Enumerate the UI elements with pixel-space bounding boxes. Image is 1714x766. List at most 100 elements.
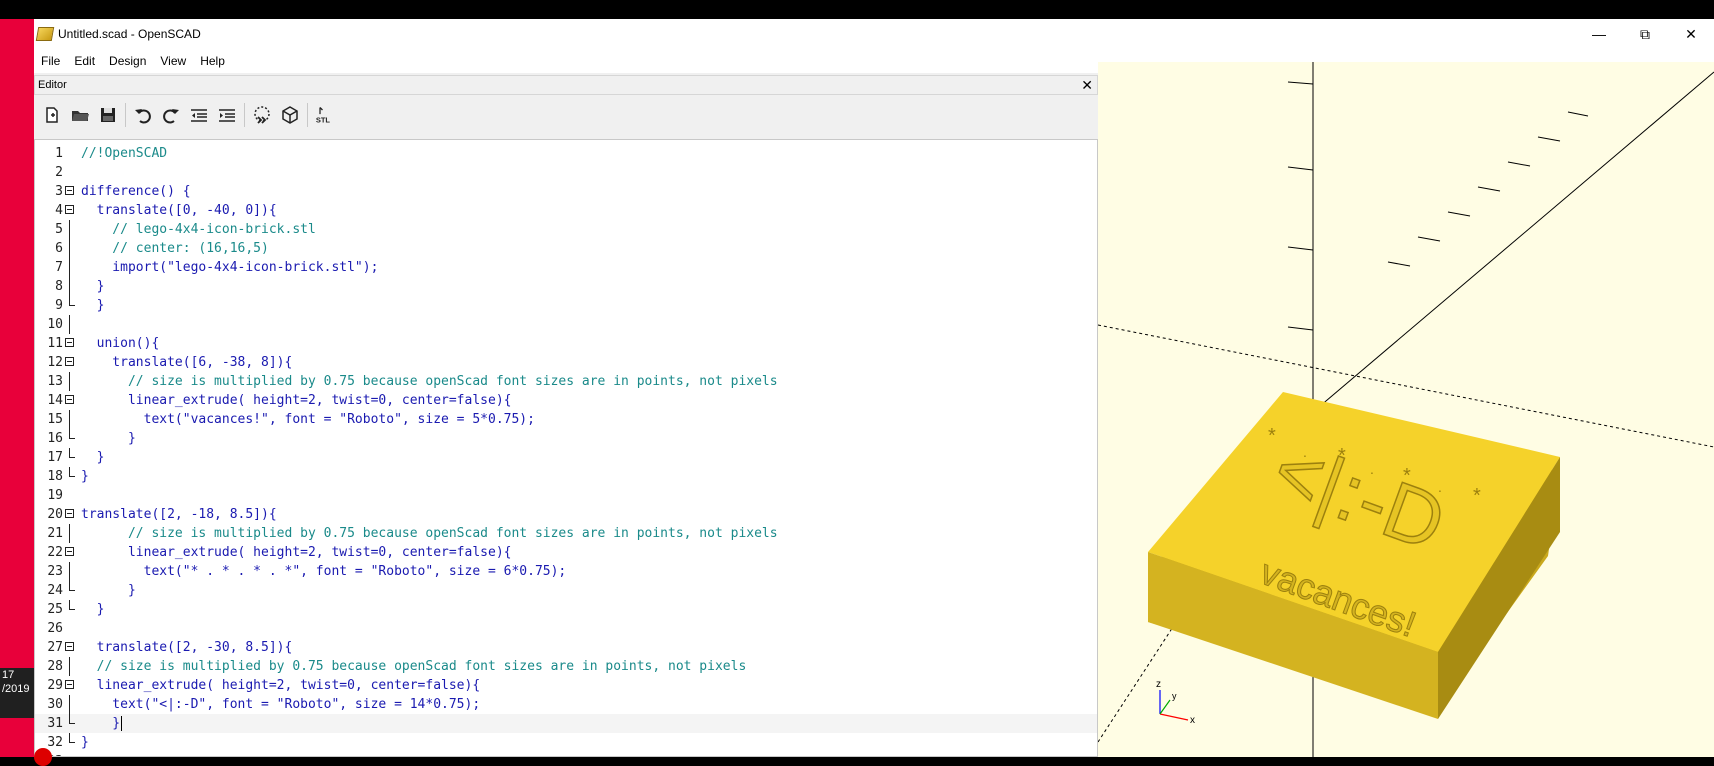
code-text: translate([0, -40, 0]){ [81, 203, 277, 218]
code-line[interactable]: 19 [35, 486, 1097, 505]
code-line[interactable]: 11 union(){ [35, 334, 1097, 353]
preview-button[interactable] [248, 101, 276, 129]
code-line[interactable]: 5 // lego-4x4-icon-brick.stl [35, 220, 1097, 239]
code-line[interactable]: 21 // size is multiplied by 0.75 because… [35, 524, 1097, 543]
fold-end-marker [69, 429, 75, 439]
editor-dock-title[interactable]: Editor ✕ [34, 75, 1098, 95]
fold-toggle-icon[interactable] [65, 186, 74, 195]
code-text: text("<|:-D", font = "Roboto", size = 14… [81, 697, 481, 712]
code-line[interactable]: 8 } [35, 277, 1097, 296]
code-text: } [81, 450, 105, 465]
code-line[interactable]: 30 text("<|:-D", font = "Roboto", size =… [35, 695, 1097, 714]
code-line[interactable]: 33 [35, 752, 1097, 756]
desktop-background-strip [0, 19, 34, 757]
code-line[interactable]: 22 linear_extrude( height=2, twist=0, ce… [35, 543, 1097, 562]
gizmo-z-label: z [1156, 679, 1161, 690]
line-number: 19 [47, 488, 63, 503]
code-text: text("* . * . * . *", font = "Roboto", s… [81, 564, 567, 579]
menu-edit[interactable]: Edit [67, 54, 102, 68]
fold-toggle-icon[interactable] [65, 395, 74, 404]
code-line[interactable]: 17 } [35, 448, 1097, 467]
code-text: translate([2, -18, 8.5]){ [81, 507, 277, 522]
menu-file[interactable]: File [34, 54, 67, 68]
menu-view[interactable]: View [153, 54, 193, 68]
3d-viewport[interactable]: vacances! <|:-D * * * * . . . z y x [1098, 62, 1714, 757]
close-button[interactable]: ✕ [1668, 19, 1714, 49]
gizmo-y-label: y [1172, 691, 1177, 701]
folder-open-icon [72, 111, 89, 121]
save-file-button[interactable] [94, 101, 122, 129]
code-line[interactable]: 13 // size is multiplied by 0.75 because… [35, 372, 1097, 391]
code-text: // size is multiplied by 0.75 because op… [81, 659, 747, 674]
menu-design[interactable]: Design [102, 54, 153, 68]
editor-dock-label: Editor [38, 79, 67, 91]
svg-text:*: * [1338, 445, 1346, 467]
code-line[interactable]: 20 translate([2, -18, 8.5]){ [35, 505, 1097, 524]
code-line[interactable]: 7 import("lego-4x4-icon-brick.stl"); [35, 258, 1097, 277]
fold-end-marker [69, 733, 75, 743]
fold-toggle-icon[interactable] [65, 547, 74, 556]
fold-toggle-icon[interactable] [65, 642, 74, 651]
fold-end-marker [69, 581, 75, 591]
taskbar-clock[interactable]: 17 /2019 [0, 668, 34, 718]
code-line[interactable]: 26 [35, 619, 1097, 638]
code-line[interactable]: 28 // size is multiplied by 0.75 because… [35, 657, 1097, 676]
indent-icon [219, 109, 235, 122]
code-line[interactable]: 12 translate([6, -38, 8]){ [35, 353, 1097, 372]
z-axis-ticks [1287, 81, 1314, 331]
undo-button[interactable] [129, 101, 157, 129]
code-line[interactable]: 1 //!OpenSCAD [35, 144, 1097, 163]
editor-dock-close-icon[interactable]: ✕ [1081, 76, 1093, 94]
new-file-button[interactable] [38, 101, 66, 129]
fold-toggle-icon[interactable] [65, 205, 74, 214]
line-number: 18 [47, 469, 63, 484]
code-text: translate([6, -38, 8]){ [81, 355, 293, 370]
line-number: 21 [47, 526, 63, 541]
fold-toggle-icon[interactable] [65, 509, 74, 518]
menu-help[interactable]: Help [193, 54, 232, 68]
line-number: 7 [55, 260, 63, 275]
redo-button[interactable] [157, 101, 185, 129]
code-line[interactable]: 10 [35, 315, 1097, 334]
code-line[interactable]: 16 } [35, 429, 1097, 448]
code-line[interactable]: 32} [35, 733, 1097, 752]
svg-text:*: * [1268, 425, 1276, 447]
svg-text:.: . [1370, 461, 1374, 477]
fold-end-marker [69, 467, 75, 477]
code-line[interactable]: 24 } [35, 581, 1097, 600]
code-line[interactable]: 15 text("vacances!", font = "Roboto", si… [35, 410, 1097, 429]
code-line[interactable]: 25 } [35, 600, 1097, 619]
code-text: } [81, 583, 136, 598]
code-line[interactable]: 14 linear_extrude( height=2, twist=0, ce… [35, 391, 1097, 410]
code-line[interactable]: 23 text("* . * . * . *", font = "Roboto"… [35, 562, 1097, 581]
code-text: } [81, 431, 136, 446]
code-line[interactable]: 9 } [35, 296, 1097, 315]
code-text: text("vacances!", font = "Roboto", size … [81, 412, 535, 427]
title-bar[interactable]: Untitled.scad - OpenSCAD — ⧉ ✕ [34, 19, 1714, 49]
code-editor[interactable]: 1//!OpenSCAD 2 3 difference() {4 translate(… [34, 139, 1098, 757]
code-line[interactable]: 2 [35, 163, 1097, 182]
fold-guide [69, 657, 70, 676]
code-line[interactable]: 27 translate([2, -30, 8.5]){ [35, 638, 1097, 657]
fold-toggle-icon[interactable] [65, 338, 74, 347]
restore-button[interactable]: ⧉ [1622, 19, 1668, 49]
code-line[interactable]: 29 linear_extrude( height=2, twist=0, ce… [35, 676, 1097, 695]
fold-end-marker [69, 296, 75, 306]
code-line[interactable]: 4 translate([0, -40, 0]){ [35, 201, 1097, 220]
export-stl-button[interactable]: STL [311, 101, 339, 129]
open-file-button[interactable] [66, 101, 94, 129]
svg-text:*: * [1403, 465, 1411, 487]
diagonal-axis-ticks [1387, 111, 1589, 267]
render-button[interactable] [276, 101, 304, 129]
line-number: 26 [47, 621, 63, 636]
unindent-button[interactable] [185, 101, 213, 129]
indent-button[interactable] [213, 101, 241, 129]
fold-toggle-icon[interactable] [65, 357, 74, 366]
fold-toggle-icon[interactable] [65, 680, 74, 689]
code-line[interactable]: 31 } [35, 714, 1097, 733]
code-line[interactable]: 18} [35, 467, 1097, 486]
minimize-button[interactable]: — [1576, 19, 1622, 49]
code-line[interactable]: 6 // center: (16,16,5) [35, 239, 1097, 258]
code-line[interactable]: 3 difference() { [35, 182, 1097, 201]
line-number: 2 [55, 165, 63, 180]
